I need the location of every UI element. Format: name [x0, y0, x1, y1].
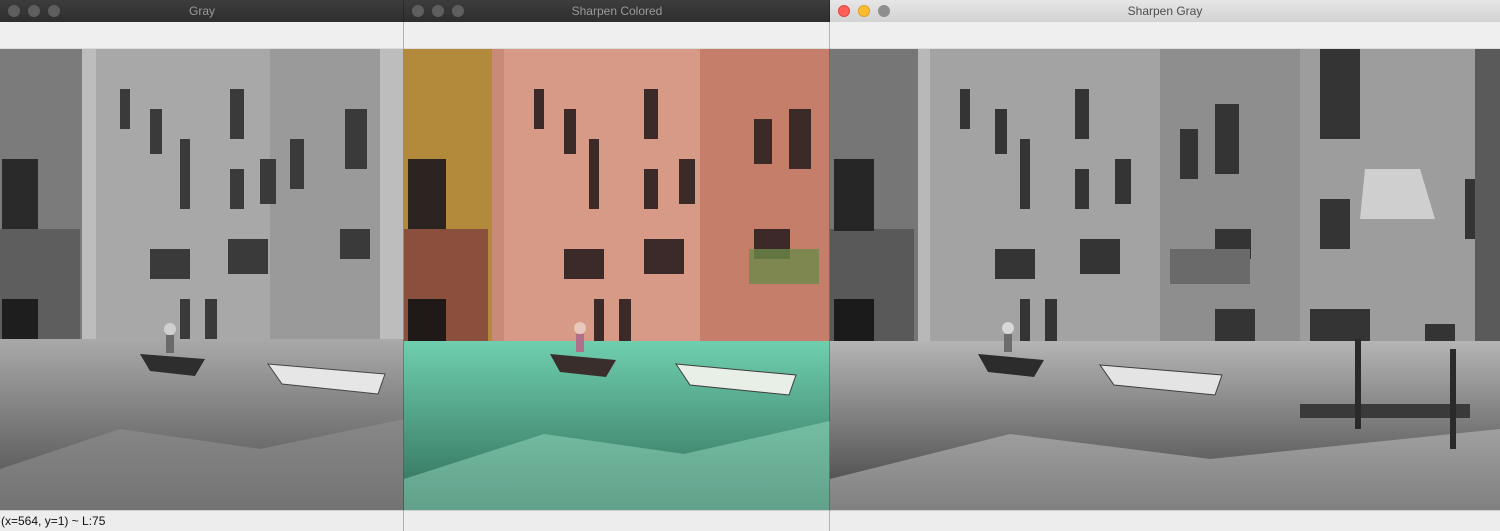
window-shutter — [408, 159, 446, 229]
title-bar[interactable]: Sharpen Colored — [404, 0, 830, 23]
flower-box — [749, 249, 819, 284]
status-bar — [404, 510, 830, 531]
title-bar[interactable]: Sharpen Gray — [830, 0, 1500, 23]
gondolier — [164, 323, 176, 335]
gray-window[interactable]: Gray (x=564, y=1) ~ L:75 — [0, 0, 404, 531]
mooring-pole — [1355, 339, 1361, 429]
sharpen-colored-window[interactable]: Sharpen Colored — [404, 0, 830, 531]
window-title: Gray — [188, 4, 215, 18]
window-title: Sharpen Colored — [571, 4, 663, 18]
right-facade — [700, 49, 830, 379]
cursor-readout: (x=564, y=1) ~ L:75 — [1, 514, 106, 528]
mooring-pole — [1450, 349, 1456, 449]
window-title: Sharpen Gray — [1127, 4, 1203, 18]
image-canvas[interactable] — [404, 49, 830, 510]
status-bar: (x=564, y=1) ~ L:75 — [0, 510, 404, 531]
toolbar — [830, 22, 1500, 49]
gondolier — [1002, 322, 1014, 334]
window-shutter — [2, 159, 38, 229]
status-bar — [830, 510, 1500, 531]
image-canvas[interactable] — [0, 49, 404, 510]
gondolier — [574, 322, 586, 334]
window-shutter — [834, 159, 874, 231]
sharpen-gray-window[interactable]: Sharpen Gray — [830, 0, 1500, 531]
right-facade — [270, 49, 380, 379]
barred-window — [408, 299, 446, 347]
flower-box — [1170, 249, 1250, 284]
title-bar[interactable]: Gray — [0, 0, 404, 23]
toolbar — [0, 22, 404, 49]
image-canvas[interactable] — [830, 49, 1500, 510]
toolbar — [404, 22, 830, 49]
wooden-dock — [1300, 404, 1470, 418]
